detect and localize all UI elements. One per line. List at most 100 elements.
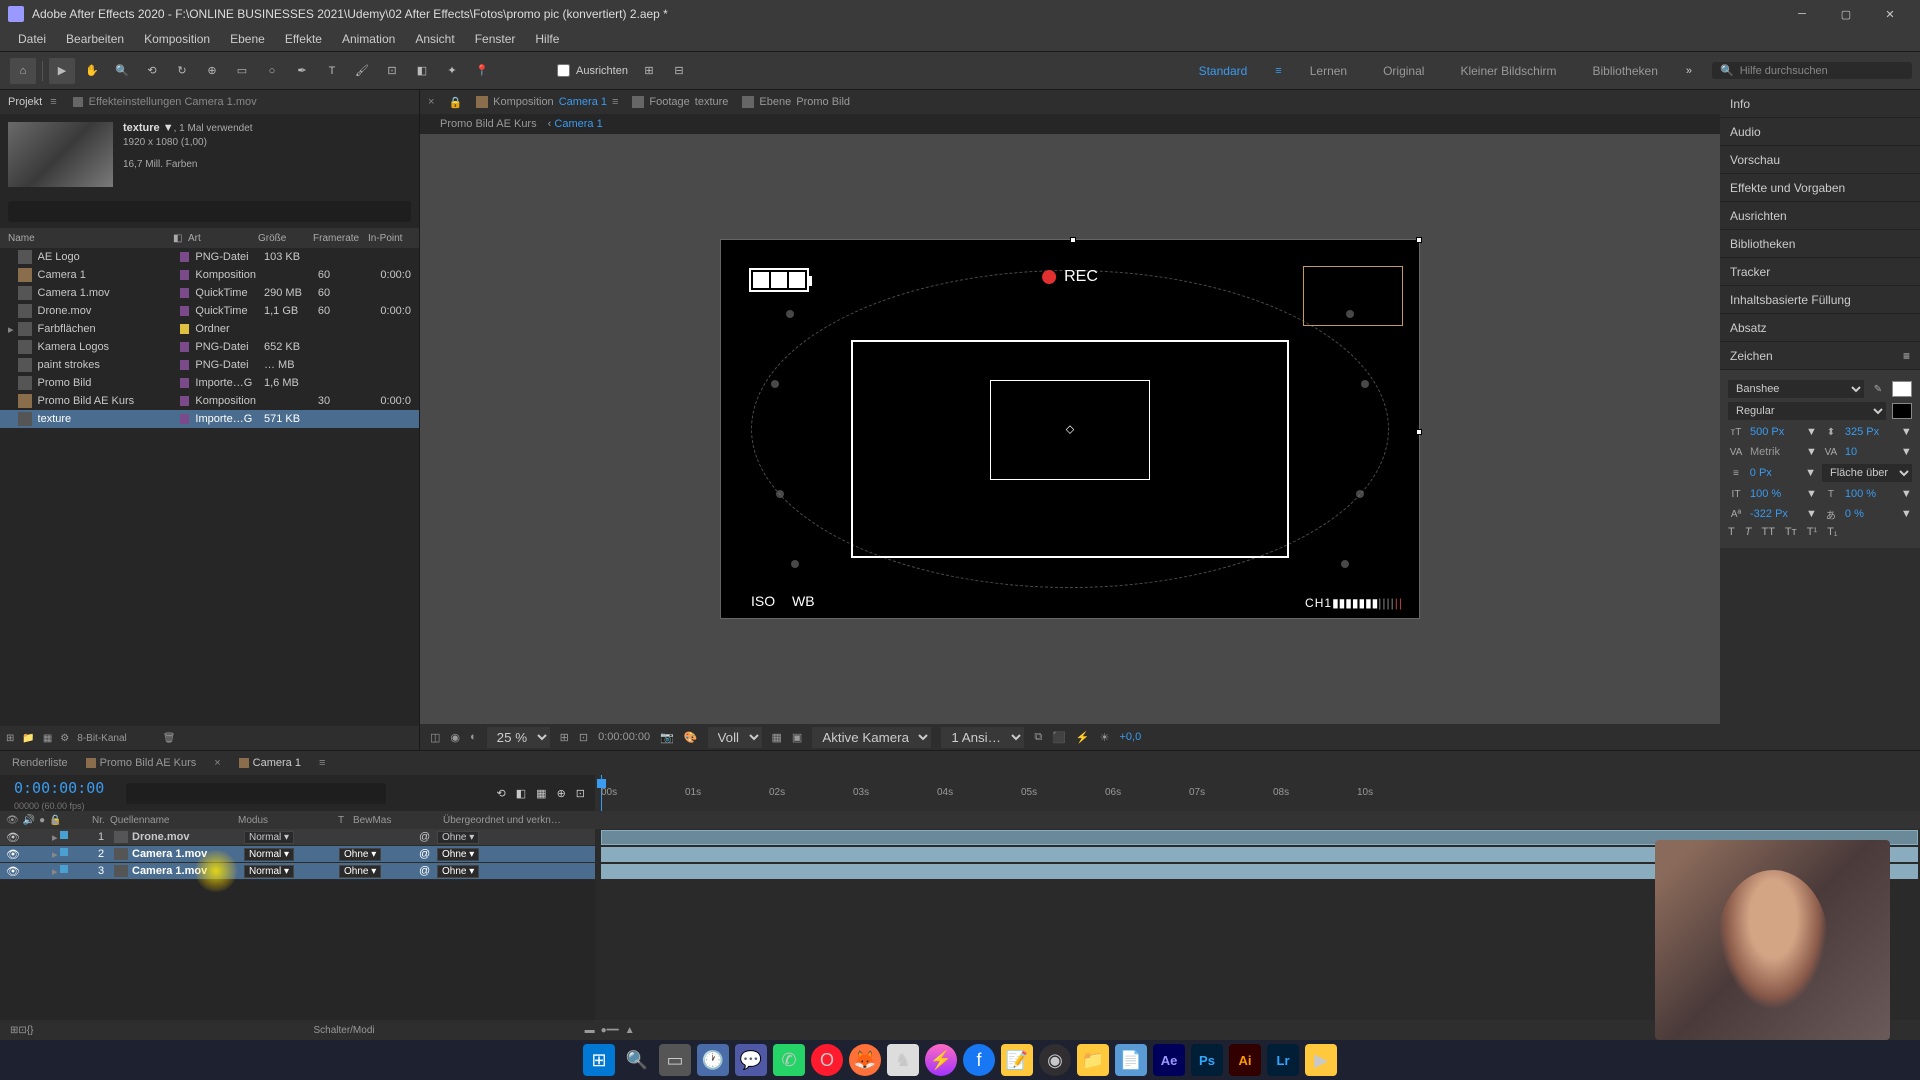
expand-icon[interactable]: ▸ (52, 831, 58, 844)
tl-tool-icon[interactable]: ⟲ (497, 787, 506, 800)
snapshot-icon[interactable]: 📷 (660, 731, 674, 744)
comp-icon[interactable]: ▦ (43, 733, 52, 744)
menu-effekte[interactable]: Effekte (275, 28, 332, 51)
pickwhip-icon[interactable]: @ (419, 831, 430, 843)
tl-tool-icon[interactable]: ◧ (516, 787, 526, 800)
label-swatch[interactable] (60, 848, 68, 856)
toggle-icon[interactable]: {} (27, 1025, 34, 1036)
rect-tool[interactable]: ▭ (229, 58, 255, 84)
menu-bearbeiten[interactable]: Bearbeiten (56, 28, 134, 51)
settings-icon[interactable]: ⚙ (60, 733, 69, 744)
layer-tab[interactable]: Ebene Promo Bild (742, 96, 850, 108)
taskview-icon[interactable]: ▭ (659, 1044, 691, 1076)
transparency-icon[interactable]: ▣ (792, 731, 802, 744)
dropdown-icon[interactable]: ▼ (1806, 426, 1817, 438)
col-trkmat[interactable]: BewMas (353, 815, 443, 826)
teams-icon[interactable]: 💬 (735, 1044, 767, 1076)
col-size[interactable]: Größe (258, 233, 313, 244)
parent-select[interactable]: Ohne ▾ (437, 831, 479, 844)
italic-button[interactable]: T (1745, 526, 1752, 538)
fast-icon[interactable]: ⚡ (1076, 731, 1090, 744)
selection-handle[interactable] (1416, 429, 1422, 435)
panel-absatz[interactable]: Absatz (1720, 314, 1920, 342)
firefox-icon[interactable]: 🦊 (849, 1044, 881, 1076)
preview-thumbnail[interactable] (8, 122, 113, 187)
zoom-in-icon[interactable]: ▲ (625, 1025, 635, 1036)
alpha-icon[interactable]: ◫ (430, 731, 440, 744)
kerning-value[interactable]: Metrik (1750, 446, 1800, 458)
project-rows[interactable]: AE Logo PNG-Datei 103 KB Camera 1 Kompos… (0, 248, 419, 726)
col-mode[interactable]: Modus (238, 815, 338, 826)
zoom-tool[interactable]: 🔍 (109, 58, 135, 84)
project-row[interactable]: Kamera Logos PNG-Datei 652 KB (0, 338, 419, 356)
menu-datei[interactable]: Datei (8, 28, 56, 51)
panel-tracker[interactable]: Tracker (1720, 258, 1920, 286)
col-name[interactable]: Name (8, 233, 173, 244)
mask-icon[interactable]: ◐ (470, 731, 477, 743)
menu-fenster[interactable]: Fenster (465, 28, 526, 51)
project-row[interactable]: Camera 1.mov QuickTime 290 MB 60 (0, 284, 419, 302)
panel-bibliotheken[interactable]: Bibliotheken (1720, 230, 1920, 258)
layer-rows[interactable]: 👁 ▸ 1 Drone.mov Normal ▾ @ Ohne ▾ 👁 ▸ 2 … (0, 829, 595, 1020)
tl-tool-icon[interactable]: ▦ (536, 787, 546, 800)
project-tab-menu-icon[interactable]: ≡ (50, 96, 56, 108)
region-icon[interactable]: ▦ (772, 731, 782, 744)
parent-select[interactable]: Ohne ▾ (437, 865, 479, 878)
blend-mode-select[interactable]: Normal ▾ (244, 848, 294, 861)
project-row[interactable]: Camera 1 Komposition 60 0:00:0 (0, 266, 419, 284)
views-select[interactable]: 1 Ansi… (941, 727, 1024, 748)
comp-tab-menu-icon[interactable]: ≡ (612, 96, 618, 108)
hand-tool[interactable]: ✋ (79, 58, 105, 84)
caps-button[interactable]: TT (1761, 526, 1774, 538)
pen-tool[interactable]: ✒ (289, 58, 315, 84)
exposure-icon[interactable]: ☀ (1100, 731, 1110, 744)
project-row[interactable]: paint strokes PNG-Datei … MB (0, 356, 419, 374)
snap-checkbox[interactable] (557, 64, 570, 77)
exposure-value[interactable]: +0,0 (1119, 731, 1141, 743)
label-swatch[interactable] (180, 378, 190, 388)
smallcaps-button[interactable]: Tᴛ (1785, 526, 1797, 538)
trash-icon[interactable]: 🗑 (163, 733, 176, 744)
tab-menu-icon[interactable]: ≡ (319, 757, 325, 769)
draft-icon[interactable]: ⬛ (1052, 731, 1066, 744)
expand-icon[interactable]: ▸ (8, 323, 18, 336)
viewer-lock-icon[interactable]: 🔒 (448, 96, 462, 109)
stroke-swatch[interactable] (1892, 403, 1912, 419)
messenger-icon[interactable]: ⚡ (925, 1044, 957, 1076)
label-swatch[interactable] (180, 324, 190, 334)
zoom-slider[interactable]: ●━━ (601, 1025, 619, 1036)
panel-effekte[interactable]: Effekte und Vorgaben (1720, 174, 1920, 202)
project-search-input[interactable] (8, 201, 411, 222)
layer-row[interactable]: 👁 ▸ 3 Camera 1.mov Normal ▾ Ohne ▾ @ Ohn… (0, 863, 595, 880)
bpc-label[interactable]: 8-Bit-Kanal (77, 733, 126, 744)
tl-tool-icon[interactable]: ⊡ (576, 787, 585, 800)
obs-icon[interactable]: ◉ (1039, 1044, 1071, 1076)
menu-hilfe[interactable]: Hilfe (525, 28, 569, 51)
whatsapp-icon[interactable]: ✆ (773, 1044, 805, 1076)
leading-value[interactable]: 325 Px (1845, 426, 1895, 438)
label-swatch[interactable] (180, 342, 190, 352)
panel-menu-icon[interactable]: ≡ (1903, 349, 1910, 363)
selection-handle[interactable] (1416, 237, 1422, 243)
project-row[interactable]: texture Importe…G 571 KB (0, 410, 419, 428)
app-icon[interactable]: ♞ (887, 1044, 919, 1076)
visibility-toggle[interactable]: 👁 (6, 831, 20, 844)
dropdown-icon[interactable]: ▼ (1806, 446, 1817, 458)
anchor-tool[interactable]: ⊕ (199, 58, 225, 84)
opera-icon[interactable]: O (811, 1044, 843, 1076)
type-tool[interactable]: T (319, 58, 345, 84)
workspace-overflow-icon[interactable]: » (1686, 65, 1692, 77)
ae-task-icon[interactable]: Ae (1153, 1044, 1185, 1076)
stroke-mode-select[interactable]: Fläche über Kon… (1822, 464, 1912, 482)
workspace-lernen[interactable]: Lernen (1302, 60, 1355, 82)
parent-select[interactable]: Ohne ▾ (437, 848, 479, 861)
workspace-standard[interactable]: Standard (1191, 60, 1256, 82)
composition-canvas[interactable]: REC ◇ ISO WB (420, 134, 1720, 724)
interpret-icon[interactable]: ⊞ (6, 733, 14, 744)
camera-select[interactable]: Aktive Kamera (812, 727, 931, 748)
label-swatch[interactable] (180, 252, 190, 262)
menu-ebene[interactable]: Ebene (220, 28, 275, 51)
dropdown-icon[interactable]: ▼ (1901, 488, 1912, 500)
layer-row[interactable]: 👁 ▸ 1 Drone.mov Normal ▾ @ Ohne ▾ (0, 829, 595, 846)
font-select[interactable]: Banshee (1728, 380, 1864, 398)
